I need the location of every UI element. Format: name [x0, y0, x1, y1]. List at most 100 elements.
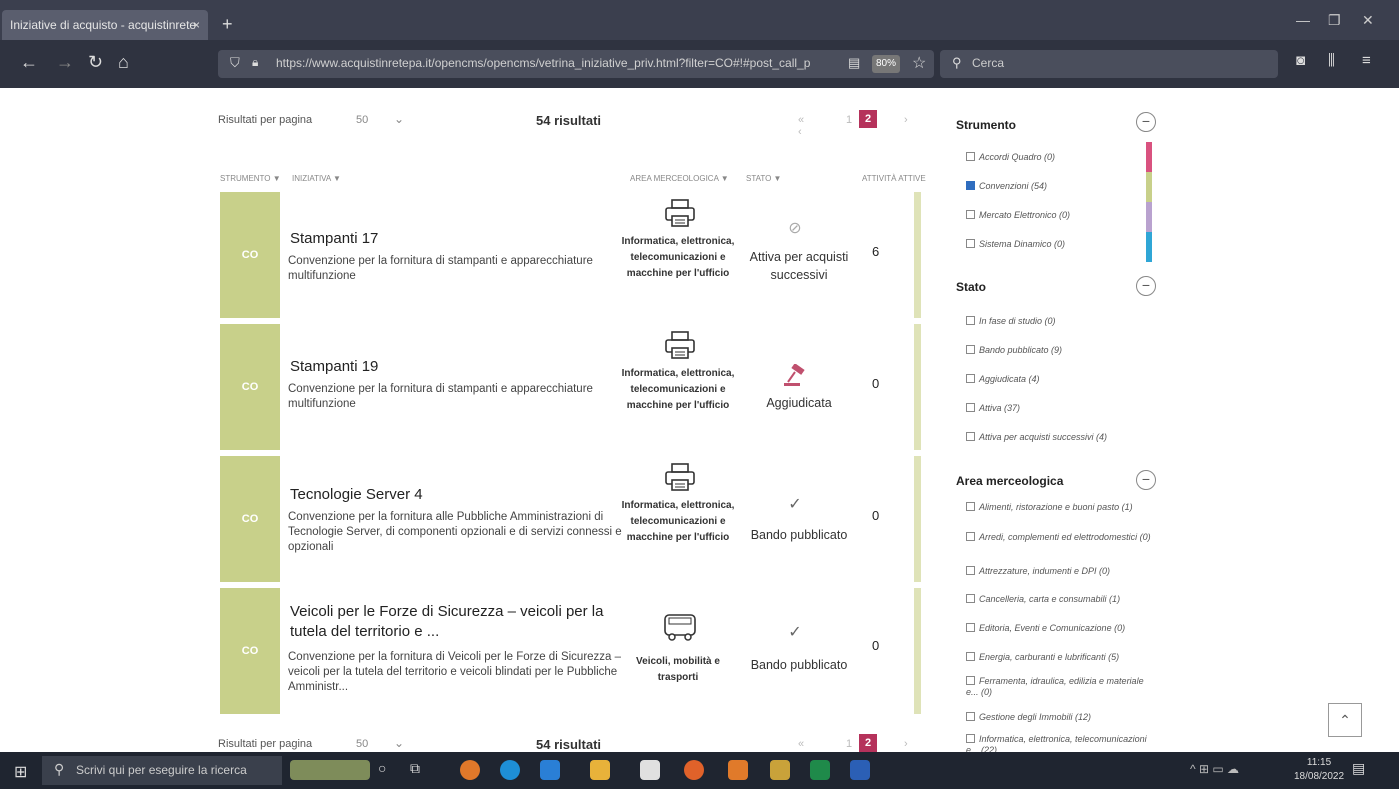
forward-icon[interactable]: →	[56, 52, 74, 73]
page-2-current[interactable]: 2	[859, 734, 877, 752]
checkbox-checked[interactable]	[966, 181, 975, 190]
reload-icon[interactable]: ↻	[88, 52, 103, 73]
per-page-select[interactable]: 50	[356, 738, 368, 750]
filter-option[interactable]: In fase di studio (0)	[966, 316, 1156, 327]
filter-option[interactable]: Accordi Quadro (0)	[966, 152, 1156, 163]
lock-icon[interactable]: 🔒︎	[252, 55, 258, 70]
checkbox[interactable]	[966, 566, 975, 575]
windows-start-icon[interactable]: ⊞	[14, 762, 27, 782]
checkbox[interactable]	[966, 532, 975, 541]
initiative-card[interactable]: CO Veicoli per le Forze di Sicurezza – v…	[220, 588, 921, 714]
checkbox[interactable]	[966, 652, 975, 661]
shield-icon[interactable]: ⛉	[230, 55, 240, 71]
filter-option[interactable]: Arredi, complementi ed elettrodomestici …	[966, 532, 1156, 543]
checkbox[interactable]	[966, 594, 975, 603]
checkbox[interactable]	[966, 432, 975, 441]
address-bar[interactable]: ⛉ 🔒︎ https://www.acquistinretepa.it/open…	[218, 50, 934, 78]
checkbox[interactable]	[966, 345, 975, 354]
page-2-current[interactable]: 2	[859, 110, 877, 128]
filter-option[interactable]: Attiva (37)	[966, 403, 1156, 414]
initiative-card[interactable]: CO Stampanti 17 Convenzione per la forni…	[220, 192, 921, 318]
filter-option[interactable]: Attrezzature, indumenti e DPI (0)	[966, 566, 1156, 577]
browser-tab[interactable]: Iniziative di acquisto - acquistinrete ×	[2, 10, 208, 40]
initiative-title[interactable]: Stampanti 19	[290, 358, 630, 375]
chevron-down-icon[interactable]: ⌄	[394, 112, 404, 126]
page-prev-icon[interactable]: « ‹	[798, 738, 804, 752]
url-text[interactable]: https://www.acquistinretepa.it/opencms/o…	[276, 56, 836, 70]
page-prev-icon[interactable]: « ‹	[798, 114, 804, 138]
checkbox[interactable]	[966, 374, 975, 383]
filter-option[interactable]: Convenzioni (54)	[966, 181, 1156, 192]
scroll-to-top-button[interactable]: ⌃	[1328, 703, 1362, 737]
page-1[interactable]: 1	[846, 738, 852, 750]
word-icon[interactable]	[850, 760, 870, 780]
restore-icon[interactable]: ❐	[1328, 12, 1341, 29]
internet-explorer-icon[interactable]	[540, 760, 560, 780]
checkbox[interactable]	[966, 152, 975, 161]
filter-option[interactable]: Editoria, Eventi e Comunicazione (0)	[966, 623, 1156, 634]
pocket-icon[interactable]: ◙	[1296, 52, 1305, 69]
checkbox[interactable]	[966, 623, 975, 632]
store-icon[interactable]	[640, 760, 660, 780]
checkbox[interactable]	[966, 210, 975, 219]
menu-icon[interactable]: ≡	[1362, 52, 1371, 69]
chrome-icon[interactable]	[460, 760, 480, 780]
column-header-strumento[interactable]: STRUMENTO ▼	[220, 174, 281, 183]
filter-option[interactable]: Mercato Elettronico (0)	[966, 210, 1156, 221]
excel-icon[interactable]	[810, 760, 830, 780]
initiative-title[interactable]: Tecnologie Server 4	[290, 486, 630, 503]
filter-option[interactable]: Sistema Dinamico (0)	[966, 239, 1156, 250]
initiative-title[interactable]: Stampanti 17	[290, 230, 630, 247]
checkbox[interactable]	[966, 502, 975, 511]
taskbar-clock[interactable]: 11:15 18/08/2022	[1294, 756, 1344, 784]
page-1[interactable]: 1	[846, 114, 852, 126]
bookmark-star-icon[interactable]: ☆	[912, 53, 926, 73]
system-tray-icons[interactable]: ^ ⊞ ▭ ☁	[1190, 762, 1239, 776]
minimize-icon[interactable]: —	[1296, 12, 1310, 28]
initiative-title[interactable]: Veicoli per le Forze di Sicurezza – veic…	[290, 602, 630, 642]
initiative-card[interactable]: CO Tecnologie Server 4 Convenzione per l…	[220, 456, 921, 582]
back-icon[interactable]: ←	[20, 52, 38, 73]
edge-icon[interactable]	[500, 760, 520, 780]
notification-icon[interactable]: ▤	[1352, 760, 1365, 777]
checkbox[interactable]	[966, 676, 975, 685]
checkbox[interactable]	[966, 712, 975, 721]
folder-icon[interactable]	[770, 760, 790, 780]
column-header-stato[interactable]: STATO ▼	[746, 174, 781, 183]
filter-option[interactable]: Bando pubblicato (9)	[966, 345, 1156, 356]
home-icon[interactable]: ⌂	[118, 52, 129, 73]
column-header-iniziativa[interactable]: INIZIATIVA ▼	[292, 174, 341, 183]
collapse-stato-icon[interactable]: −	[1136, 276, 1156, 296]
filter-option[interactable]: Attiva per acquisti successivi (4)	[966, 432, 1156, 443]
taskbar-search[interactable]: ⚲ Scrivi qui per eseguire la ricerca	[42, 756, 282, 785]
filter-option[interactable]: Aggiudicata (4)	[966, 374, 1156, 385]
reader-view-icon[interactable]: ▤	[848, 55, 860, 71]
app-icon[interactable]	[728, 760, 748, 780]
chevron-down-icon[interactable]: ⌄	[394, 736, 404, 750]
filter-option[interactable]: Alimenti, ristorazione e buoni pasto (1)	[966, 502, 1156, 513]
task-view-icon[interactable]: ⧉	[410, 760, 430, 780]
browser-search-box[interactable]: ⚲ Cerca	[940, 50, 1278, 78]
library-icon[interactable]: ⫼	[1328, 52, 1335, 69]
filter-option[interactable]: Cancelleria, carta e consumabili (1)	[966, 594, 1156, 605]
page-next-icon[interactable]: ›	[904, 114, 908, 126]
filter-option[interactable]: Ferramenta, idraulica, edilizia e materi…	[966, 676, 1156, 698]
zoom-level[interactable]: 80%	[872, 55, 900, 73]
filter-option[interactable]: Gestione degli Immobili (12)	[966, 712, 1156, 723]
checkbox[interactable]	[966, 316, 975, 325]
tab-close-icon[interactable]: ×	[193, 10, 200, 40]
file-explorer-icon[interactable]	[590, 760, 610, 780]
checkbox[interactable]	[966, 239, 975, 248]
collapse-area-icon[interactable]: −	[1136, 470, 1156, 490]
filter-option[interactable]: Energia, carburanti e lubrificanti (5)	[966, 652, 1156, 663]
checkbox[interactable]	[966, 734, 975, 743]
page-next-icon[interactable]: ›	[904, 738, 908, 750]
initiative-card[interactable]: CO Stampanti 19 Convenzione per la forni…	[220, 324, 921, 450]
new-tab-button[interactable]: +	[222, 14, 233, 35]
per-page-select[interactable]: 50	[356, 114, 368, 126]
cortana-icon[interactable]: ○	[378, 760, 398, 780]
firefox-icon[interactable]	[684, 760, 704, 780]
checkbox[interactable]	[966, 403, 975, 412]
close-window-icon[interactable]: ✕	[1362, 12, 1374, 29]
collapse-strumento-icon[interactable]: −	[1136, 112, 1156, 132]
